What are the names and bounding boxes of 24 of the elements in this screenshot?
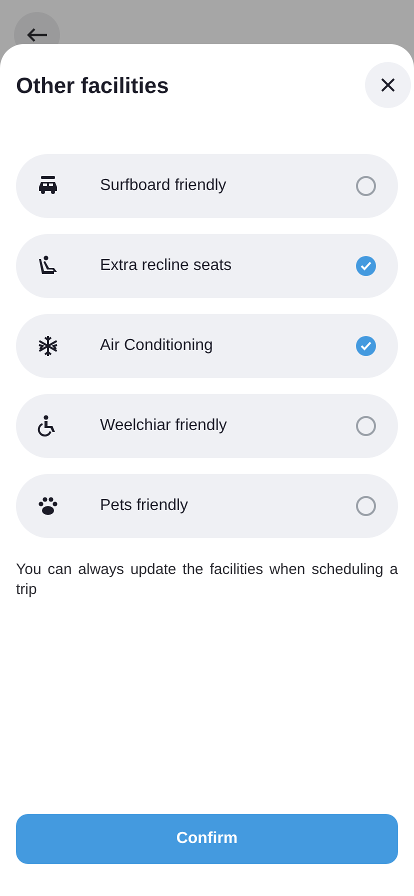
checkbox[interactable]: [356, 256, 376, 276]
facility-option[interactable]: Weelchiar friendly: [16, 394, 398, 458]
facility-option[interactable]: Surfboard friendly: [16, 154, 398, 218]
option-label: Air Conditioning: [100, 336, 214, 356]
checkbox[interactable]: [356, 176, 376, 196]
checkbox[interactable]: [356, 416, 376, 436]
option-label: Surfboard friendly: [100, 176, 228, 196]
option-label: Pets friendly: [100, 496, 190, 516]
paw-icon: [36, 494, 60, 518]
info-note: You can always update the facilities when scheduling a trip: [16, 560, 398, 600]
checkbox[interactable]: [356, 336, 376, 356]
close-button[interactable]: [365, 62, 411, 108]
facility-option[interactable]: Pets friendly: [16, 474, 398, 538]
option-label: Extra recline seats: [100, 256, 233, 276]
snowflake-icon: [36, 334, 60, 358]
option-label: Weelchiar friendly: [100, 416, 228, 436]
facility-option[interactable]: Air Conditioning: [16, 314, 398, 378]
sheet-title: Other facilities: [16, 72, 169, 100]
checkmark-icon: [360, 341, 372, 351]
close-icon: [381, 78, 395, 92]
back-arrow-icon: [27, 28, 47, 42]
checkbox[interactable]: [356, 496, 376, 516]
facility-option[interactable]: Extra recline seats: [16, 234, 398, 298]
checkmark-icon: [360, 261, 372, 271]
